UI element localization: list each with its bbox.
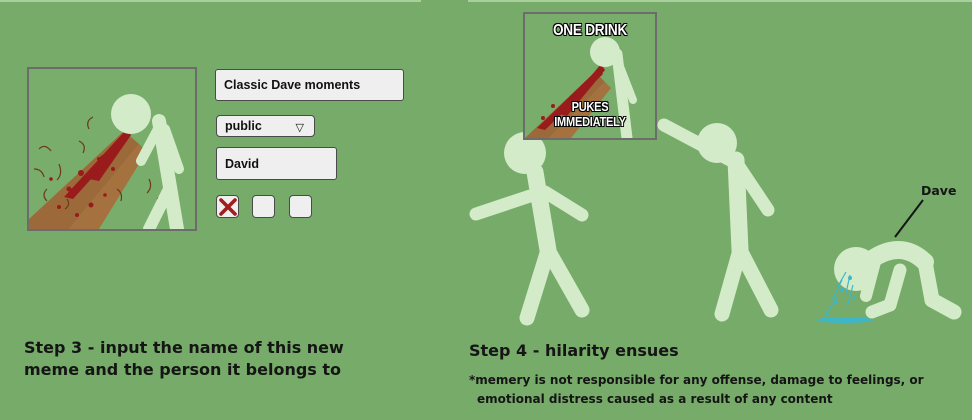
disclaimer-line-2: emotional distress caused as a result of… xyxy=(477,392,833,406)
meme-bottom-text: PUKES IMMEDIATELY xyxy=(554,99,626,129)
dave-label: Dave xyxy=(921,183,957,198)
meme-image: ONE DRINK PUKES IMMEDIATELY xyxy=(523,12,657,140)
meme-top-text: ONE DRINK xyxy=(552,22,628,39)
disclaimer-text: *memery is not responsible for any offen… xyxy=(469,371,959,409)
step-4-caption: Step 4 - hilarity ensues xyxy=(469,341,679,360)
disclaimer-line-1: *memery is not responsible for any offen… xyxy=(469,373,924,387)
dave-pointer-line xyxy=(894,199,924,238)
